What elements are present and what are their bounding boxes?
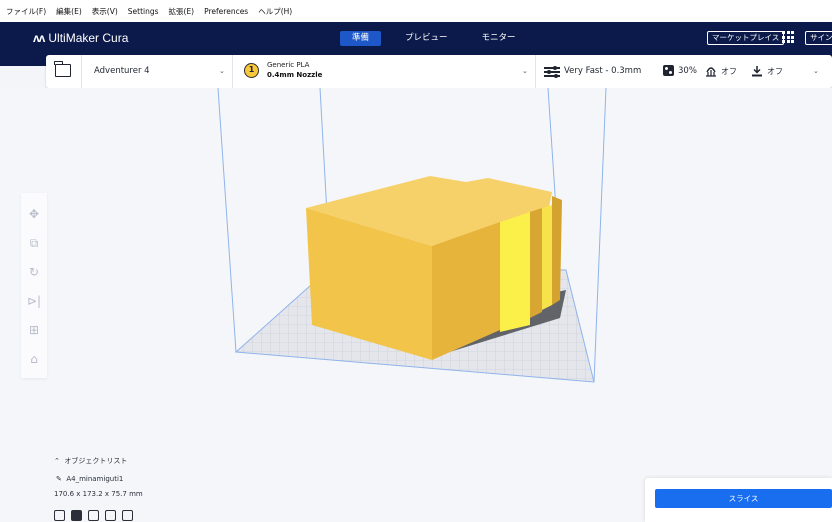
rotate-tool-icon[interactable]: ↻ [27,265,41,279]
settings-sliders-icon [544,65,560,78]
menu-file[interactable]: ファイル(F) [6,6,46,17]
ultimaker-logo-icon: ʌʌ [33,31,45,45]
printer-name: Adventurer 4 [94,66,150,76]
adhesion-icon [752,66,762,77]
move-tool-icon[interactable]: ✥ [27,207,41,221]
print-settings-selector[interactable]: Very Fast - 0.3mm 30% オフ オフ ⌄ [537,55,832,88]
menu-help[interactable]: ヘルプ(H) [258,6,292,17]
menu-view[interactable]: 表示(V) [92,6,118,17]
printer-selector[interactable]: Adventurer 4 ⌄ [83,55,233,88]
adhesion-value: オフ [767,67,783,76]
tool-sidebar: ✥ ⧉ ↻ ⊳| ⊞ ⌂ [21,193,47,378]
top-view-icon[interactable] [88,510,99,521]
scale-tool-icon[interactable]: ⧉ [27,236,41,250]
apps-grid-icon[interactable] [782,31,794,43]
infill-value: 30% [678,66,697,76]
app-logo: ʌʌ UltiMaker Cura [33,31,128,45]
stage-tabs: 準備 プレビュー モニター [340,31,540,46]
infill-icon [663,65,674,76]
folder-icon [54,61,71,77]
front-view-icon[interactable] [71,510,82,521]
menu-extensions[interactable]: 拡張(E) [169,6,195,17]
support-icon [706,67,716,77]
left-view-icon[interactable] [105,510,116,521]
per-model-settings-icon[interactable]: ⊞ [27,323,41,337]
extruder-badge: 1 [244,63,259,78]
menu-settings[interactable]: Settings [128,7,159,16]
right-view-icon[interactable] [122,510,133,521]
material-name: Generic PLA [267,61,310,69]
menu-edit[interactable]: 編集(E) [56,6,82,17]
support-blocker-icon[interactable]: ⌂ [27,352,41,366]
tab-monitor[interactable]: モニター [472,31,526,46]
chevron-up-icon: ⌃ [54,457,60,465]
pencil-icon: ✎ [56,475,62,483]
object-list-header[interactable]: ⌃ オブジェクトリスト [54,456,127,466]
menu-bar: ファイル(F) 編集(E) 表示(V) Settings 拡張(E) Prefe… [0,0,832,22]
chevron-down-icon: ⌄ [522,67,528,75]
signin-button[interactable]: サイン [805,31,832,45]
app-name: UltiMaker Cura [48,31,129,45]
profile-name: Very Fast - 0.3mm [564,66,642,76]
open-file-button[interactable] [46,55,82,88]
object-dimensions: 170.6 x 173.2 x 75.7 mm [54,490,143,498]
object-item[interactable]: ✎ A4_minamiguti1 [56,475,123,483]
nozzle-size: 0.4mm Nozzle [267,71,323,79]
marketplace-button[interactable]: マーケットプレイス [707,31,785,45]
menu-preferences[interactable]: Preferences [204,7,248,16]
tab-preview[interactable]: プレビュー [395,31,458,46]
camera-view-buttons [54,510,139,521]
material-selector[interactable]: 1 Generic PLA 0.4mm Nozzle ⌄ [234,55,536,88]
support-value: オフ [721,67,737,76]
chevron-down-icon: ⌄ [813,67,819,75]
mirror-tool-icon[interactable]: ⊳| [27,294,41,308]
slice-button[interactable]: スライス [655,489,832,508]
tab-prepare[interactable]: 準備 [340,31,382,46]
print-setup-toolbar: Adventurer 4 ⌄ 1 Generic PLA 0.4mm Nozzl… [46,55,832,88]
3d-view-icon[interactable] [54,510,65,521]
chevron-down-icon: ⌄ [219,67,225,75]
slice-panel: スライス [645,478,832,522]
